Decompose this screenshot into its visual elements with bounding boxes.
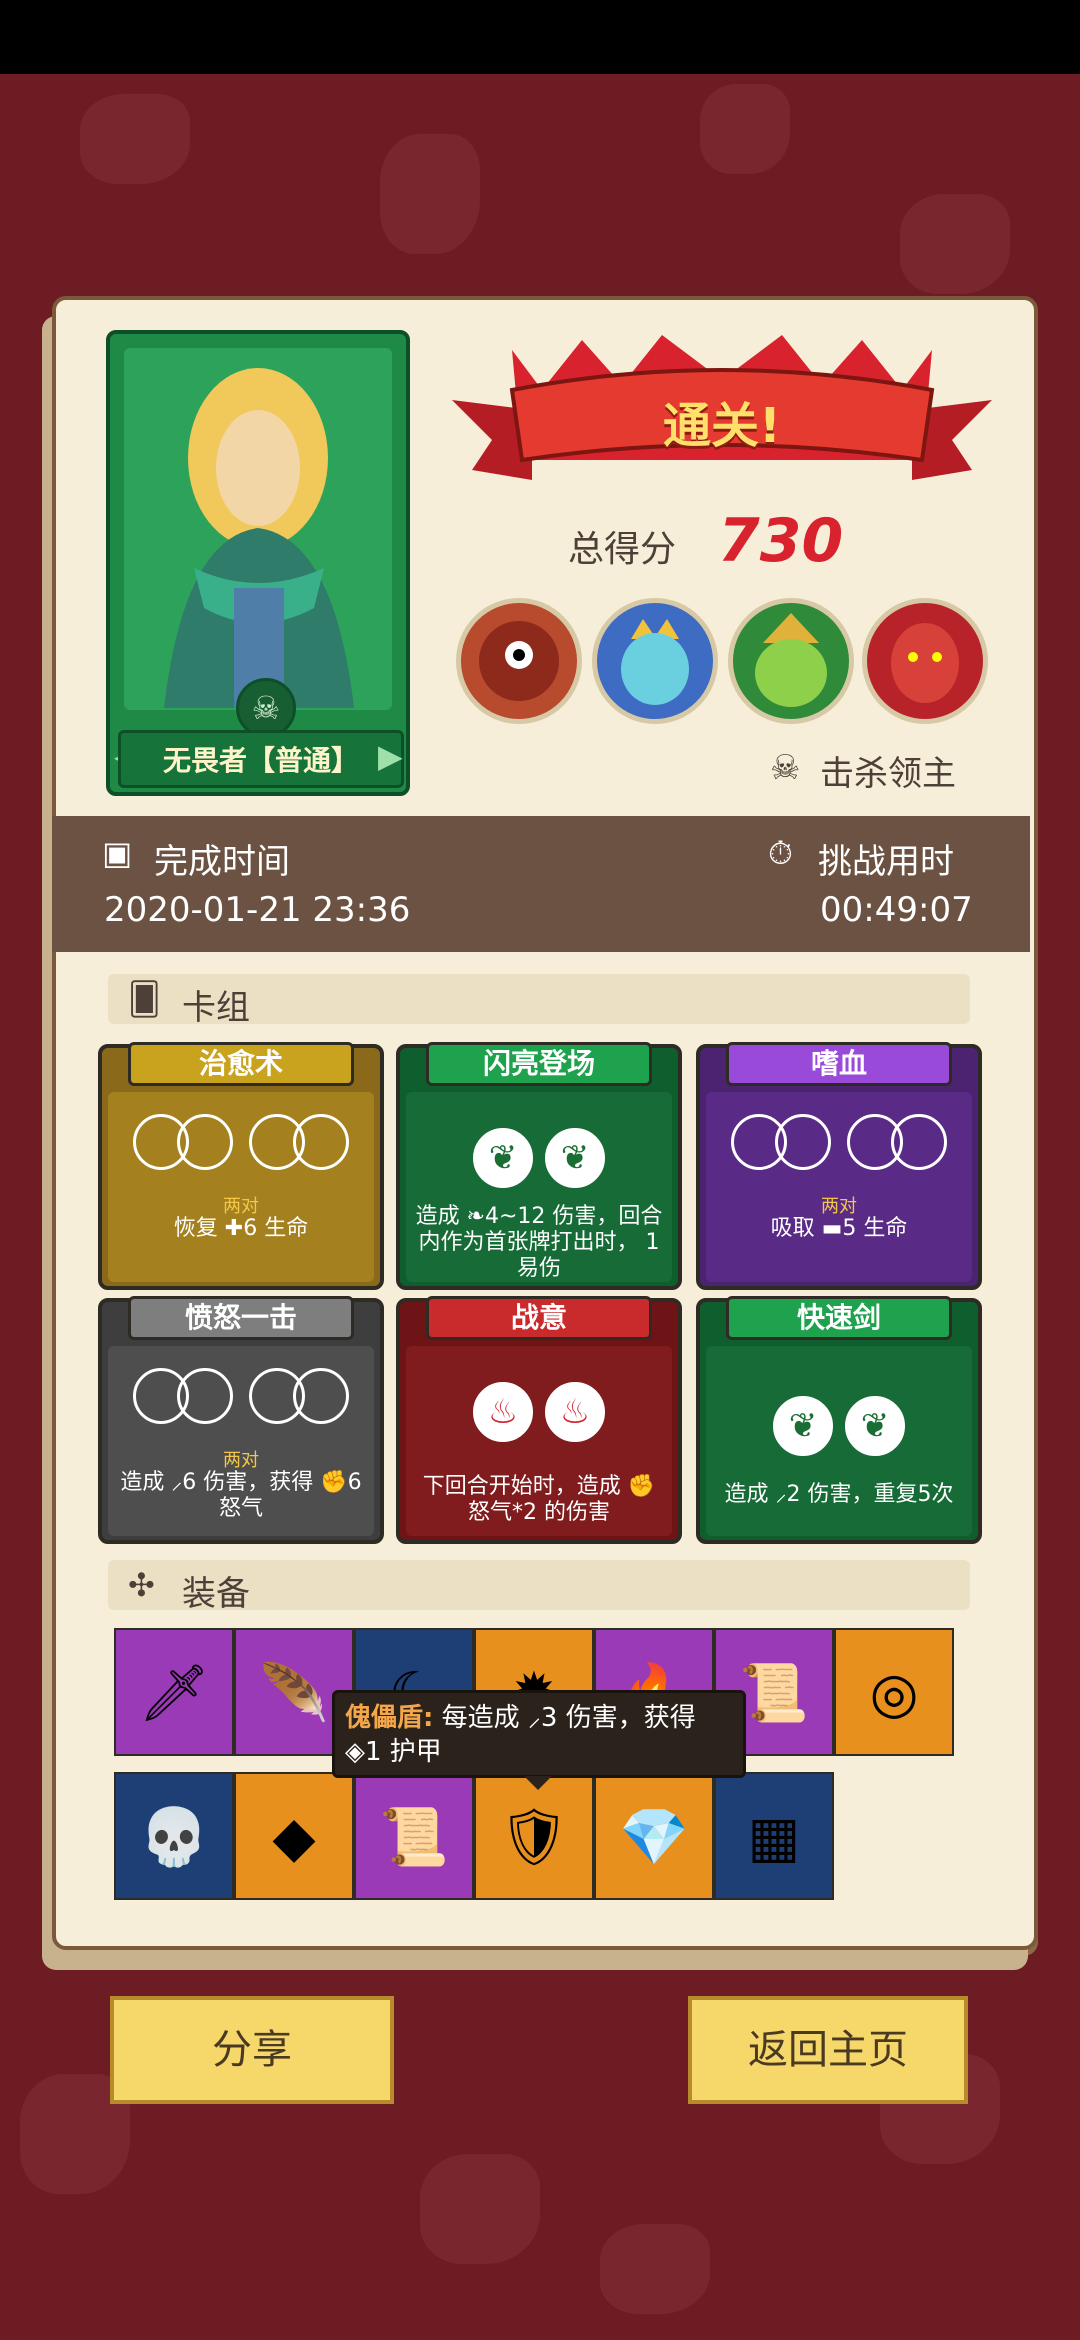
leaf-icon: ❦	[773, 1396, 833, 1456]
hero-name: 无畏者【普通】	[118, 730, 404, 788]
equipment-label: 装备	[182, 1574, 250, 1614]
deck-card-5[interactable]: ♨ ♨ 下回合开始时，造成 ✊怒气*2 的伤害 战意	[396, 1296, 682, 1544]
deck-card-4[interactable]: 两对 造成 ⸝6 伤害，获得 ✊6 怒气 愤怒一击	[98, 1296, 384, 1544]
card-description: 恢复 ✚6 生命	[173, 1216, 309, 1241]
card-title: 快速剑	[726, 1296, 952, 1340]
boss-portrait-3[interactable]	[728, 598, 854, 724]
equip-fire-scroll-icon[interactable]: 📜	[354, 1772, 474, 1900]
card-body: ❦ ❦ 造成 ❧4~12 伤害，回合内作为首张牌打出时， 1 易伤	[406, 1092, 672, 1282]
time-band: ▣ 完成时间 2020-01-21 23:36 ⏱ 挑战用时 00:49:07	[52, 816, 1030, 952]
kill-label: 击杀领主	[820, 754, 956, 794]
home-button[interactable]: 返回主页	[688, 1996, 968, 2104]
equipment-section-header: ✣ 装备	[108, 1560, 970, 1614]
equip-bracelet-icon[interactable]: ◎	[834, 1628, 954, 1756]
card-description: 造成 ⸝6 伤害，获得 ✊6 怒气	[120, 1470, 362, 1521]
score-label: 总得分	[568, 529, 677, 570]
equip-diamond-icon[interactable]: 💎	[594, 1772, 714, 1900]
equip-puppet-shield-icon[interactable]: 🛡	[474, 1772, 594, 1900]
equip-green-gem-icon[interactable]: ◆	[234, 1772, 354, 1900]
clear-ribbon: 通关!	[452, 330, 992, 500]
cards-icon: 🂠	[128, 980, 161, 1018]
card-description: 造成 ❧4~12 伤害，回合内作为首张牌打出时， 1 易伤	[415, 1204, 663, 1281]
card-body: 两对 造成 ⸝6 伤害，获得 ✊6 怒气	[108, 1346, 374, 1536]
leaf-icon: ❦	[473, 1128, 533, 1188]
deck-label: 卡组	[182, 988, 250, 1028]
status-bar	[0, 0, 1080, 74]
deck-card-3[interactable]: 两对 吸取 ▬5 生命 嗜血	[696, 1042, 982, 1290]
leaf-icon: ❦	[845, 1396, 905, 1456]
dice-slots: ❦ ❦	[706, 1396, 972, 1456]
card-requirement: 两对	[821, 1196, 857, 1217]
card-description: 下回合开始时，造成 ✊怒气*2 的伤害	[422, 1474, 656, 1525]
card-body: 两对 恢复 ✚6 生命	[108, 1092, 374, 1282]
tooltip-item-name: 傀儡盾:	[345, 1703, 434, 1733]
card-title: 战意	[426, 1296, 652, 1340]
deck-card-1[interactable]: 两对 恢复 ✚6 生命 治愈术	[98, 1042, 384, 1290]
fire-icon: ♨	[473, 1382, 533, 1442]
boss-kill-icon: ☠	[770, 748, 801, 788]
hero-portrait	[124, 348, 392, 710]
deck-card-2[interactable]: ❦ ❦ 造成 ❧4~12 伤害，回合内作为首张牌打出时， 1 易伤 闪亮登场	[396, 1042, 682, 1290]
card-description: 造成 ⸝2 伤害，重复5次	[724, 1482, 954, 1507]
share-button[interactable]: 分享	[110, 1996, 394, 2104]
score-value: 730	[718, 506, 844, 576]
finish-time-label: 完成时间	[154, 842, 290, 882]
calendar-icon: ▣	[102, 834, 133, 872]
clear-title: 通关!	[663, 398, 781, 454]
equipment-tooltip: 傀儡盾: 每造成 ⸝3 伤害，获得 ◈1 护甲	[332, 1690, 746, 1778]
card-title: 嗜血	[726, 1042, 952, 1086]
bone-icon: ✣	[128, 1566, 155, 1604]
leaf-icon: ❦	[545, 1128, 605, 1188]
stopwatch-icon: ⏱	[768, 834, 793, 872]
duration-label: 挑战用时	[818, 842, 954, 882]
dice-slots	[108, 1368, 374, 1428]
tooltip-pointer	[524, 1776, 552, 1790]
card-title: 治愈术	[128, 1042, 354, 1086]
card-title: 闪亮登场	[426, 1042, 652, 1086]
deck-section-header: 🂠 卡组	[108, 974, 970, 1028]
card-description: 吸取 ▬5 生命	[770, 1216, 908, 1241]
duration-value: 00:49:07	[820, 890, 973, 930]
equip-dagger-icon[interactable]: 🗡	[114, 1628, 234, 1756]
next-arrow-icon[interactable]: ▶	[378, 736, 403, 776]
card-requirement: 两对	[223, 1450, 259, 1471]
equip-skull-icon[interactable]: 💀	[114, 1772, 234, 1900]
finish-time-value: 2020-01-21 23:36	[104, 890, 411, 930]
dice-slots	[706, 1114, 972, 1174]
boss-portrait-1[interactable]	[456, 598, 582, 724]
deck-card-6[interactable]: ❦ ❦ 造成 ⸝2 伤害，重复5次 快速剑	[696, 1296, 982, 1544]
card-body: 两对 吸取 ▬5 生命	[706, 1092, 972, 1282]
hero-card[interactable]: ☠ ◀ 无畏者【普通】 ▶	[106, 330, 410, 796]
dice-slots: ♨ ♨	[406, 1382, 672, 1442]
dice-slots: ❦ ❦	[406, 1128, 672, 1188]
card-requirement: 两对	[223, 1196, 259, 1217]
boss-portrait-2[interactable]	[592, 598, 718, 724]
card-title: 愤怒一击	[128, 1296, 354, 1340]
card-body: ♨ ♨ 下回合开始时，造成 ✊怒气*2 的伤害	[406, 1346, 672, 1536]
skull-icon: ☠	[236, 678, 296, 738]
equip-cheese-icon[interactable]: ▦	[714, 1772, 834, 1900]
dice-slots	[108, 1114, 374, 1174]
card-body: ❦ ❦ 造成 ⸝2 伤害，重复5次	[706, 1346, 972, 1536]
fire-icon: ♨	[545, 1382, 605, 1442]
boss-portrait-4[interactable]	[862, 598, 988, 724]
